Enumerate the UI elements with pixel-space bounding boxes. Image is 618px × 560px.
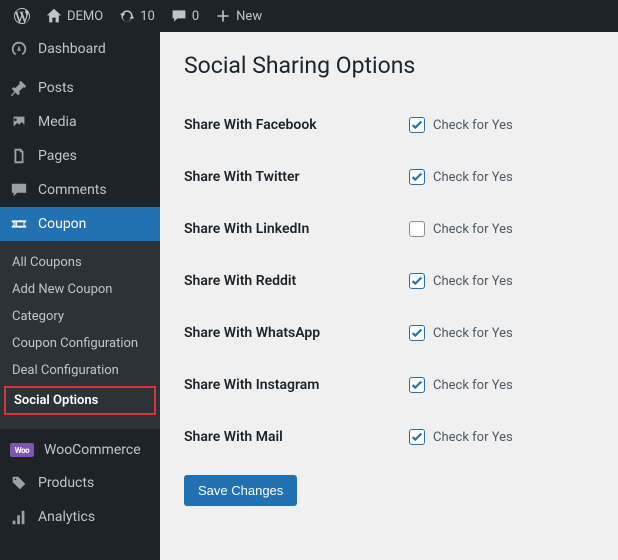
sidebar-item-label: Coupon — [38, 216, 86, 232]
option-control: Check for Yes — [409, 429, 513, 445]
admin-sidebar: Dashboard Posts Media Pages Comments Cou… — [0, 32, 160, 560]
new-content-link[interactable]: New — [209, 0, 268, 32]
woocommerce-icon: Woo — [10, 443, 34, 457]
checkbox[interactable] — [409, 325, 425, 341]
sidebar-item-products[interactable]: Products — [0, 466, 160, 500]
site-link[interactable]: DEMO — [40, 0, 109, 32]
checkbox-label[interactable]: Check for Yes — [433, 170, 513, 185]
sidebar-item-posts[interactable]: Posts — [0, 71, 160, 105]
option-control: Check for Yes — [409, 325, 513, 341]
products-icon — [10, 474, 28, 492]
plus-icon — [215, 8, 231, 24]
checkbox-label[interactable]: Check for Yes — [433, 222, 513, 237]
sidebar-item-label: Pages — [38, 148, 77, 164]
dashboard-icon — [10, 40, 28, 58]
comments-link[interactable]: 0 — [165, 0, 205, 32]
pages-icon — [10, 147, 28, 165]
option-row: Share With Facebook Check for Yes — [184, 99, 594, 151]
option-row: Share With Instagram Check for Yes — [184, 359, 594, 411]
checkbox[interactable] — [409, 377, 425, 393]
checkbox-label[interactable]: Check for Yes — [433, 378, 513, 393]
submenu-deal-configuration[interactable]: Deal Configuration — [0, 357, 160, 384]
admin-toolbar: DEMO 10 0 New — [0, 0, 618, 32]
option-row: Share With Mail Check for Yes — [184, 411, 594, 463]
option-control: Check for Yes — [409, 377, 513, 393]
option-label: Share With Reddit — [184, 273, 409, 289]
option-label: Share With WhatsApp — [184, 325, 409, 341]
wordpress-icon — [14, 8, 30, 24]
option-control: Check for Yes — [409, 169, 513, 185]
checkbox[interactable] — [409, 273, 425, 289]
option-label: Share With Mail — [184, 429, 409, 445]
home-icon — [46, 8, 62, 24]
coupon-icon — [10, 215, 28, 233]
option-control: Check for Yes — [409, 221, 513, 237]
option-label: Share With LinkedIn — [184, 221, 409, 237]
sidebar-item-label: Products — [38, 475, 94, 491]
checkbox-label[interactable]: Check for Yes — [433, 326, 513, 341]
coupon-submenu: All Coupons Add New Coupon Category Coup… — [0, 241, 160, 429]
media-icon — [10, 113, 28, 131]
sidebar-item-pages[interactable]: Pages — [0, 139, 160, 173]
submenu-all-coupons[interactable]: All Coupons — [0, 249, 160, 276]
submenu-category[interactable]: Category — [0, 303, 160, 330]
sidebar-item-label: Media — [38, 114, 77, 130]
sidebar-item-label: Analytics — [38, 509, 95, 525]
save-changes-button[interactable]: Save Changes — [184, 475, 297, 506]
option-row: Share With Reddit Check for Yes — [184, 255, 594, 307]
option-row: Share With WhatsApp Check for Yes — [184, 307, 594, 359]
new-label: New — [236, 9, 262, 24]
sidebar-item-label: Dashboard — [38, 41, 106, 57]
page-title: Social Sharing Options — [184, 52, 594, 79]
analytics-icon — [10, 508, 28, 526]
comments-icon — [10, 181, 28, 199]
option-label: Share With Twitter — [184, 169, 409, 185]
sidebar-item-media[interactable]: Media — [0, 105, 160, 139]
sidebar-item-label: Posts — [38, 80, 74, 96]
main-content: Social Sharing Options Share With Facebo… — [160, 32, 618, 560]
sidebar-item-analytics[interactable]: Analytics — [0, 500, 160, 534]
option-control: Check for Yes — [409, 273, 513, 289]
option-label: Share With Instagram — [184, 377, 409, 393]
updates-link[interactable]: 10 — [113, 0, 161, 32]
sidebar-item-comments[interactable]: Comments — [0, 173, 160, 207]
wordpress-logo-link[interactable] — [8, 0, 36, 32]
checkbox[interactable] — [409, 429, 425, 445]
comments-count: 0 — [192, 9, 199, 24]
updates-count: 10 — [140, 9, 155, 24]
update-icon — [119, 8, 135, 24]
checkbox-label[interactable]: Check for Yes — [433, 274, 513, 289]
submenu-coupon-configuration[interactable]: Coupon Configuration — [0, 330, 160, 357]
sidebar-item-woocommerce[interactable]: Woo WooCommerce — [0, 434, 160, 466]
checkbox[interactable] — [409, 169, 425, 185]
pin-icon — [10, 79, 28, 97]
submenu-social-options[interactable]: Social Options — [4, 386, 156, 415]
option-label: Share With Facebook — [184, 117, 409, 133]
option-row: Share With Twitter Check for Yes — [184, 151, 594, 203]
checkbox-label[interactable]: Check for Yes — [433, 430, 513, 445]
option-row: Share With LinkedIn Check for Yes — [184, 203, 594, 255]
option-control: Check for Yes — [409, 117, 513, 133]
site-name: DEMO — [67, 9, 103, 24]
checkbox-label[interactable]: Check for Yes — [433, 118, 513, 133]
checkbox[interactable] — [409, 221, 425, 237]
checkbox[interactable] — [409, 117, 425, 133]
sidebar-item-coupon[interactable]: Coupon — [0, 207, 160, 241]
comment-icon — [171, 8, 187, 24]
sidebar-item-label: WooCommerce — [44, 442, 141, 458]
sidebar-item-label: Comments — [38, 182, 107, 198]
submenu-add-new-coupon[interactable]: Add New Coupon — [0, 276, 160, 303]
sidebar-item-dashboard[interactable]: Dashboard — [0, 32, 160, 66]
